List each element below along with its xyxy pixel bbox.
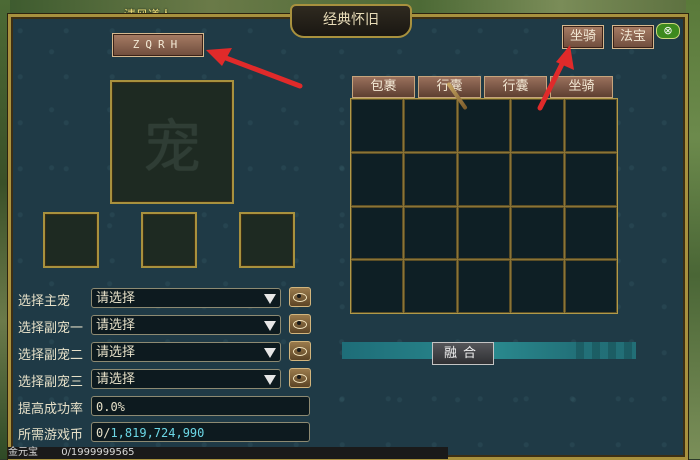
inventory-slot[interactable] [511,206,564,260]
window-title: 经典怀旧 [290,4,412,38]
zqrh-button[interactable]: ZQRH [112,33,204,57]
select-sub-pet-3-value: 请选择 [96,372,136,387]
tab-pack-2[interactable]: 行囊 [484,76,547,98]
chevron-down-icon [264,321,276,331]
success-rate-label: 提高成功率 [18,402,84,417]
select-sub-pet-2-dropdown[interactable]: 请选择 [91,342,281,362]
bottom-bar-value: 0/1999999565 [61,447,135,458]
select-sub-pet-2-label: 选择副宠二 [18,348,84,363]
inventory-slot[interactable] [351,206,404,260]
inventory-slot[interactable] [404,99,457,152]
merge-button[interactable]: 融合 [432,342,494,365]
inventory-grid [350,98,618,314]
select-main-pet-label: 选择主宠 [18,294,71,309]
inventory-slot[interactable] [511,152,564,206]
treasure-button[interactable]: 法宝 [612,25,654,49]
bottom-status-bar: 金元宝 0/1999999565 [8,447,448,459]
inventory-slot[interactable] [404,206,457,260]
inventory-slot[interactable] [457,260,511,313]
view-sub-pet-1-button[interactable] [289,314,311,334]
sub-pet-slot-2[interactable] [141,212,197,268]
select-sub-pet-3-label: 选择副宠三 [18,375,84,390]
inventory-slot[interactable] [511,99,564,152]
inventory-slot[interactable] [404,152,457,206]
inventory-slot[interactable] [351,152,404,206]
select-main-pet-value: 请选择 [96,291,136,306]
background-scene-right [686,0,700,459]
sub-pet-slot-1[interactable] [43,212,99,268]
pet-placeholder-glyph: 宠 [142,113,201,181]
select-sub-pet-2-value: 请选择 [96,345,136,360]
currency-current: 0/ [96,426,111,440]
select-sub-pet-1-label: 选择副宠一 [18,321,84,336]
chevron-down-icon [264,294,276,304]
currency-label: 所需游戏币 [18,428,84,443]
inventory-slot[interactable] [457,152,511,206]
chevron-down-icon [264,375,276,385]
bottom-bar-label: 金元宝 [8,447,38,458]
chevron-down-icon [264,348,276,358]
currency-field: 0/1,819,724,990 [91,422,310,442]
inventory-slot[interactable] [564,206,617,260]
select-sub-pet-1-dropdown[interactable]: 请选择 [91,315,281,335]
tab-mount[interactable]: 坐骑 [550,76,613,98]
inventory-slot[interactable] [564,152,617,206]
select-main-pet-dropdown[interactable]: 请选择 [91,288,281,308]
main-pet-slot[interactable]: 宠 [110,80,234,204]
success-rate-value: 0.0% [96,400,125,414]
select-sub-pet-3-dropdown[interactable]: 请选择 [91,369,281,389]
inventory-slot[interactable] [457,206,511,260]
inventory-slot[interactable] [511,260,564,313]
inventory-slot[interactable] [564,260,617,313]
view-main-pet-button[interactable] [289,287,311,307]
success-rate-field: 0.0% [91,396,310,416]
inventory-slot[interactable] [564,99,617,152]
currency-required: 1,819,724,990 [110,426,205,440]
inventory-slot[interactable] [351,99,404,152]
sub-pet-slot-3[interactable] [239,212,295,268]
inventory-slot[interactable] [404,260,457,313]
close-button[interactable]: ⊗ [656,23,680,39]
view-sub-pet-2-button[interactable] [289,341,311,361]
view-sub-pet-3-button[interactable] [289,368,311,388]
mount-button[interactable]: 坐骑 [562,25,604,49]
tab-bag[interactable]: 包裹 [352,76,415,98]
select-sub-pet-1-value: 请选择 [96,318,136,333]
inventory-slot[interactable] [351,260,404,313]
